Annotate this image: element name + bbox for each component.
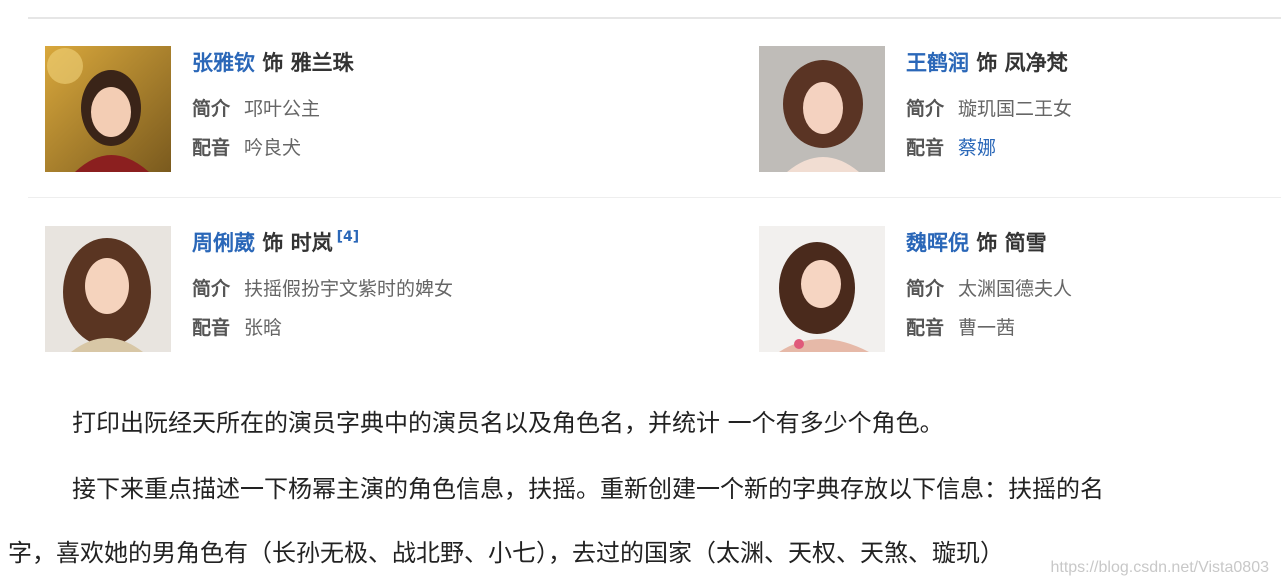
voice-label: 配音 [192,137,231,159]
role-separator: 饰 [976,51,998,75]
intro-value: 邛叶公主 [244,98,321,120]
intro-label: 简介 [906,278,945,300]
paragraph-2-line-1: 接下来重点描述一下杨幂主演的角色信息，扶摇。重新创建一个新的字典存放以下信息：扶… [72,475,1104,503]
intro-value: 太渊国德夫人 [958,278,1073,300]
voice-row: 配音 曹一茜 [906,315,1015,341]
cast-card-2: 王鹤润 饰 凤净梵 简介 璇玑国二王女 配音 蔡娜 [759,46,1281,176]
intro-label: 简介 [192,98,231,120]
voice-label: 配音 [906,317,945,339]
actor-photo[interactable] [45,226,171,352]
cast-card-3: 周俐葳 饰 时岚 [4] 简介 扶摇假扮宇文紫时的婢女 配音 张晗 [45,226,605,356]
voice-label: 配音 [906,137,945,159]
cast-title: 张雅钦 饰 雅兰珠 [192,48,354,78]
cast-card-1: 张雅钦 饰 雅兰珠 简介 邛叶公主 配音 吟良犬 [45,46,605,176]
cast-card-4: 魏晖倪 饰 简雪 简介 太渊国德夫人 配音 曹一茜 [759,226,1281,356]
role-separator: 饰 [262,231,284,255]
paragraph-1: 打印出阮经天所在的演员字典中的演员名以及角色名，并统计 一个有多少个角色。 [72,409,944,437]
intro-value: 璇玑国二王女 [958,98,1073,120]
role-name: 简雪 [1004,231,1047,255]
paragraph-2-line-2: 字，喜欢她的男角色有（长孙无极、战北野、小七），去过的国家（太渊、天权、天煞、璇… [8,539,1004,567]
intro-label: 简介 [192,278,231,300]
voice-row: 配音 蔡娜 [906,135,996,161]
voice-value: 吟良犬 [244,137,302,159]
intro-row: 简介 扶摇假扮宇文紫时的婢女 [192,276,453,302]
role-separator: 饰 [976,231,998,255]
intro-row: 简介 太渊国德夫人 [906,276,1072,302]
actor-name-link[interactable]: 王鹤润 [906,51,969,75]
voice-row: 配音 吟良犬 [192,135,301,161]
intro-row: 简介 璇玑国二王女 [906,96,1072,122]
cast-title: 魏晖倪 饰 简雪 [906,228,1047,258]
cast-title: 周俐葳 饰 时岚 [4] [192,228,359,261]
intro-row: 简介 邛叶公主 [192,96,320,122]
intro-label: 简介 [906,98,945,120]
actor-name-link[interactable]: 张雅钦 [192,51,255,75]
actor-photo[interactable] [759,226,885,352]
role-name: 凤净梵 [1004,51,1068,75]
watermark: https://blog.csdn.net/Vista0803 [1050,559,1269,576]
role-separator: 饰 [262,51,284,75]
intro-value: 扶摇假扮宇文紫时的婢女 [244,278,454,300]
cast-title: 王鹤润 饰 凤净梵 [906,48,1068,78]
voice-label: 配音 [192,317,231,339]
role-name: 雅兰珠 [290,51,354,75]
role-name: 时岚 [290,231,333,255]
voice-value: 张晗 [244,317,283,339]
actor-name-link[interactable]: 魏晖倪 [906,231,969,255]
reference-note-link[interactable]: [4] [337,229,360,245]
voice-value: 曹一茜 [958,317,1016,339]
actor-photo[interactable] [759,46,885,172]
voice-row: 配音 张晗 [192,315,282,341]
row-divider [28,197,1281,198]
actor-name-link[interactable]: 周俐葳 [192,231,255,255]
voice-value-link[interactable]: 蔡娜 [958,137,996,159]
actor-photo[interactable] [45,46,171,172]
top-divider [28,17,1281,19]
